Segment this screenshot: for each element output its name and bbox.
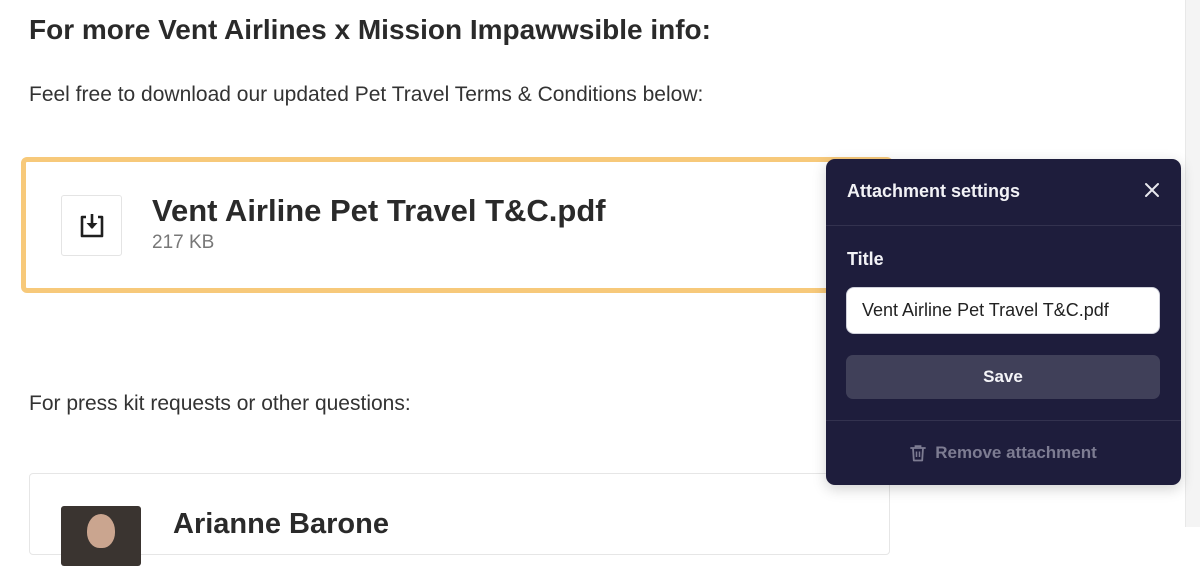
download-prompt: Feel free to download our updated Pet Tr… (29, 83, 704, 106)
attachment-block[interactable]: Vent Airline Pet Travel T&C.pdf 217 KB (21, 157, 893, 293)
panel-divider (826, 420, 1181, 421)
panel-divider (826, 225, 1181, 226)
panel-title: Attachment settings (847, 181, 1021, 201)
remove-attachment-label: Remove attachment (935, 443, 1097, 462)
attachment-file-name[interactable]: Vent Airline Pet Travel T&C.pdf (152, 193, 606, 229)
page-heading: For more Vent Airlines x Mission Impawws… (29, 14, 711, 45)
avatar (61, 506, 141, 566)
title-field-label: Title (847, 249, 884, 269)
download-button[interactable] (61, 195, 122, 256)
contact-card: Arianne Barone (29, 473, 890, 566)
remove-attachment-button[interactable]: Remove attachment (826, 439, 1181, 467)
title-input[interactable] (846, 287, 1160, 334)
trash-icon (910, 445, 927, 462)
attachment-settings-panel: Attachment settings Title Save Remove at… (826, 159, 1181, 485)
contact-name: Arianne Barone (173, 508, 389, 540)
page-scrollbar[interactable] (1185, 0, 1200, 527)
close-button[interactable] (1143, 181, 1161, 199)
save-button[interactable]: Save (846, 355, 1160, 399)
attachment-file-size: 217 KB (152, 232, 215, 253)
close-icon (1145, 183, 1159, 197)
download-icon (80, 213, 103, 237)
press-prompt: For press kit requests or other question… (29, 392, 411, 415)
